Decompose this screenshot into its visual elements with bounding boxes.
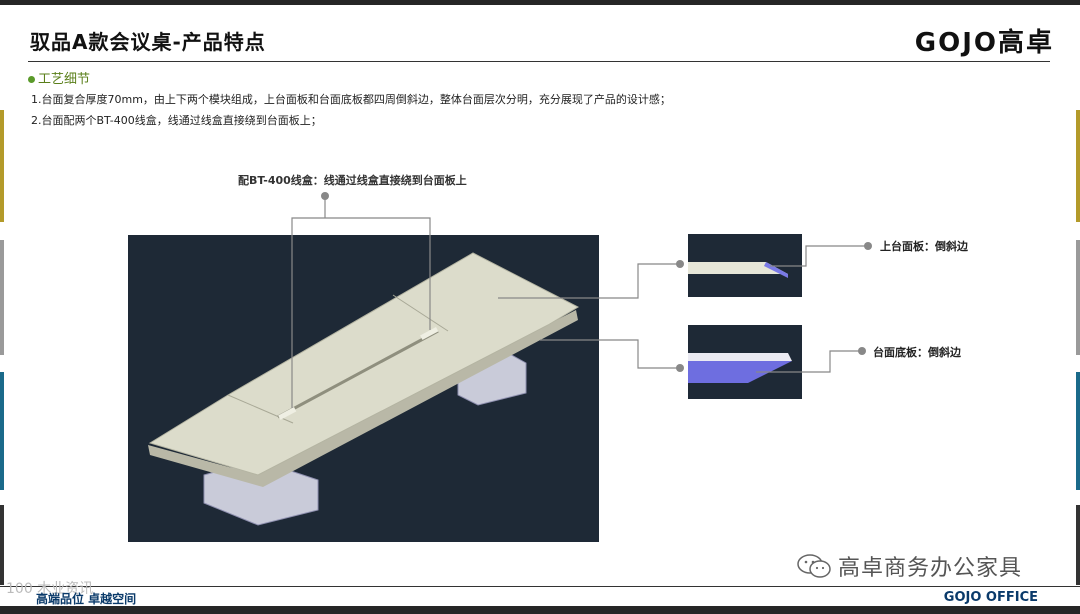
callout-top-bracket xyxy=(291,217,431,408)
wechat-icon xyxy=(797,553,831,583)
leader-lines xyxy=(291,192,872,408)
leader-base-board xyxy=(540,339,680,369)
leader-dot-2 xyxy=(864,242,872,250)
leader-top-board xyxy=(498,263,680,299)
watermark-brand: 高卓商务办公家具 xyxy=(838,556,1023,581)
callout-top-dot xyxy=(321,192,329,200)
bottom-bar xyxy=(0,606,1080,614)
footer-brand: GOJO OFFICE xyxy=(943,590,1038,605)
footer-divider xyxy=(0,586,1080,587)
leader-base-board-label xyxy=(756,350,862,373)
leader-top-board-label xyxy=(770,245,868,267)
leader-dot-4 xyxy=(858,347,866,355)
footer-slogan: 高端品位 卓越空间 xyxy=(36,592,137,606)
leader-dot-3 xyxy=(676,364,684,372)
leader-dot-1 xyxy=(676,260,684,268)
